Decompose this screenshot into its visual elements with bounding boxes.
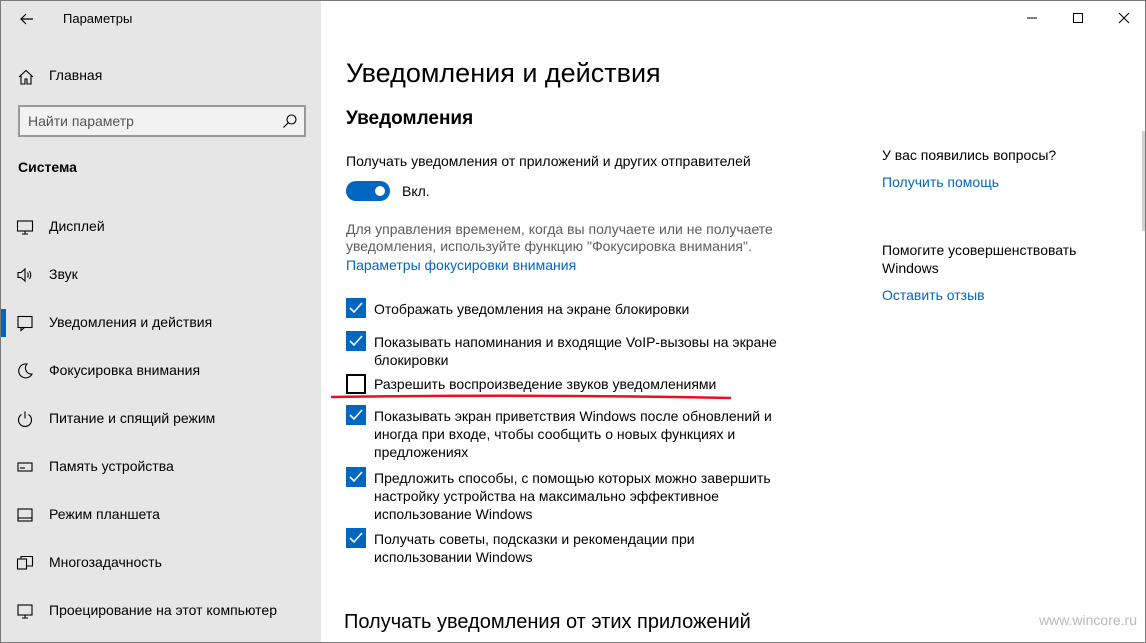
sidebar-item-sound[interactable]: Звук — [1, 253, 321, 297]
notification-icon — [17, 315, 33, 332]
checkbox-label-line: иногда при входе, чтобы сообщить о новых… — [374, 426, 736, 442]
notifications-toggle[interactable] — [346, 181, 390, 201]
sidebar-item-label: Главная — [49, 67, 103, 83]
minimize-button[interactable] — [1009, 1, 1055, 35]
checkbox-label-line: Показывать экран приветствия Windows пос… — [374, 408, 772, 424]
sidebar-item-label: Уведомления и действия — [49, 314, 213, 330]
app-title: Параметры — [63, 11, 133, 26]
checkbox-label: Показывать напоминания и входящие VoIP-в… — [374, 333, 804, 369]
sidebar-section-system: Система — [18, 159, 77, 175]
toggle-state-label: Вкл. — [402, 183, 430, 199]
moon-icon — [18, 363, 33, 379]
speaker-icon — [17, 267, 32, 283]
checkmark-icon — [349, 302, 363, 314]
title-bar: Параметры — [1, 1, 321, 37]
sidebar-item-display[interactable]: Дисплей — [1, 205, 321, 249]
watermark: www.wincore.ru — [1038, 612, 1137, 628]
sidebar-item-power[interactable]: Питание и спящий режим — [1, 397, 321, 441]
checkbox-label-line: использование Windows — [374, 506, 533, 522]
setup-suggestions-checkbox[interactable] — [346, 467, 366, 487]
checkbox-label-line: Показывать напоминания и входящие VoIP-в… — [374, 334, 777, 350]
sidebar-item-label: Питание и спящий режим — [49, 410, 216, 426]
sidebar-item-label: Звук — [49, 266, 78, 282]
notification-sounds-checkbox[interactable] — [346, 374, 366, 394]
checkbox-label-line: блокировки — [374, 352, 449, 368]
voip-reminders-checkbox[interactable] — [346, 331, 366, 351]
close-button[interactable] — [1101, 1, 1145, 35]
checkbox-label-line: использовании Windows — [374, 549, 533, 565]
sidebar-item-label: Фокусировка внимания — [49, 362, 201, 378]
checkbox-label-line: Разрешить воспроизведение звуков уведомл… — [374, 376, 717, 392]
get-notifications-label: Получать уведомления от приложений и дру… — [346, 153, 751, 169]
focus-hint-line2: уведомления, используйте функцию "Фокуси… — [346, 238, 752, 254]
sidebar-item-label: Память устройства — [49, 458, 174, 474]
toggle-knob — [375, 186, 385, 196]
monitor-icon — [16, 220, 34, 235]
settings-window: Параметры Главная Система Дисплей — [0, 0, 1146, 643]
checkmark-icon — [349, 335, 363, 347]
sidebar-item-label: Режим планшета — [49, 506, 160, 522]
help-question: У вас появились вопросы? — [882, 147, 1057, 163]
sidebar-item-projecting[interactable]: Проецирование на этот компьютер — [1, 589, 321, 633]
sidebar-item-notifications[interactable]: Уведомления и действия — [1, 301, 321, 345]
sidebar-item-storage[interactable]: Память устройства — [1, 445, 321, 489]
checkbox-label: Предложить способы, с помощью которых мо… — [374, 469, 804, 523]
improve-line2: Windows — [882, 260, 939, 276]
checkbox-label-line: Отображать уведомления на экране блокиро… — [374, 301, 690, 317]
maximize-icon — [1073, 13, 1083, 23]
checkbox-label-line: настройку устройства на максимально эффе… — [374, 488, 719, 504]
apps-notifications-title: Получать уведомления от этих приложений — [344, 611, 751, 633]
search-icon[interactable] — [282, 113, 298, 129]
multitask-icon — [16, 555, 34, 570]
tablet-icon — [17, 508, 33, 522]
sidebar-item-label: Многозадачность — [49, 554, 162, 570]
selection-indicator — [1, 309, 6, 337]
focus-hint-line1: Для управления временем, когда вы получа… — [346, 221, 773, 237]
checkmark-icon — [349, 532, 363, 544]
improve-line1: Помогите усовершенствовать — [882, 242, 1077, 258]
welcome-experience-checkbox[interactable] — [346, 405, 366, 425]
maximize-button[interactable] — [1055, 1, 1101, 35]
tips-checkbox[interactable] — [346, 528, 366, 548]
back-button[interactable] — [15, 7, 39, 31]
feedback-link[interactable]: Оставить отзыв — [882, 286, 985, 304]
sidebar-item-tablet[interactable]: Режим планшета — [1, 493, 321, 537]
sidebar-item-focus-assist[interactable]: Фокусировка внимания — [1, 349, 321, 393]
search-box[interactable] — [18, 105, 306, 137]
minimize-icon — [1027, 17, 1037, 19]
page-title: Уведомления и действия — [346, 58, 661, 88]
scrollbar[interactable] — [1142, 131, 1145, 231]
section-title: Уведомления — [346, 108, 474, 129]
sidebar-item-home[interactable]: Главная — [1, 61, 321, 91]
lockscreen-notifications-checkbox[interactable] — [346, 298, 366, 318]
back-arrow-icon — [20, 13, 33, 25]
checkbox-label: Показывать экран приветствия Windows пос… — [374, 407, 804, 461]
checkbox-label-line: предложениях — [374, 444, 469, 460]
main-content: Уведомления и действия Уведомления Получ… — [321, 1, 1145, 642]
checkbox-label: Получать советы, подсказки и рекомендаци… — [374, 530, 804, 566]
power-icon — [17, 411, 33, 428]
checkbox-label: Отображать уведомления на экране блокиро… — [374, 300, 804, 318]
checkbox-label-line: Предложить способы, с помощью которых мо… — [374, 470, 771, 486]
home-icon — [18, 69, 34, 85]
search-input[interactable] — [28, 112, 278, 130]
sidebar-item-label: Проецирование на этот компьютер — [49, 602, 277, 618]
checkmark-icon — [349, 409, 363, 421]
storage-icon — [17, 462, 33, 472]
sidebar-item-multitasking[interactable]: Многозадачность — [1, 541, 321, 585]
get-help-link[interactable]: Получить помощь — [882, 173, 999, 191]
project-icon — [17, 604, 33, 619]
focus-settings-link[interactable]: Параметры фокусировки внимания — [346, 256, 576, 274]
checkbox-label-line: Получать советы, подсказки и рекомендаци… — [374, 531, 695, 547]
checkmark-icon — [349, 471, 363, 483]
sidebar: Параметры Главная Система Дисплей — [1, 1, 321, 642]
checkbox-label: Разрешить воспроизведение звуков уведомл… — [374, 375, 804, 393]
red-annotation-underline — [330, 394, 732, 400]
sidebar-item-label: Дисплей — [49, 218, 105, 234]
close-icon — [1118, 12, 1130, 24]
